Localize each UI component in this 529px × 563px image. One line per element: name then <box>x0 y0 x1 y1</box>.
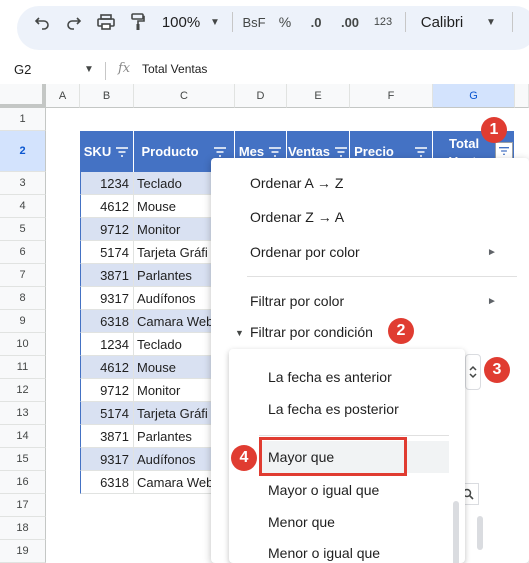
condition-less-than[interactable]: Menor que <box>268 514 335 530</box>
condition-greater-equal[interactable]: Mayor o igual que <box>268 482 379 498</box>
menu-scrollbar[interactable] <box>477 516 483 550</box>
column-header-h[interactable] <box>515 84 529 108</box>
column-header-e[interactable]: E <box>287 84 350 108</box>
menu-item-filter-color[interactable]: Filtrar por color <box>250 293 344 309</box>
row-header[interactable]: 11 <box>0 356 46 379</box>
condition-select-stepper[interactable] <box>465 354 481 390</box>
table-cell-sku[interactable]: 4612 <box>80 195 134 218</box>
table-cell-sku[interactable]: 3871 <box>80 264 134 287</box>
undo-icon[interactable] <box>30 0 54 44</box>
header-label: Ventas <box>288 144 330 159</box>
table-cell-sku[interactable]: 9712 <box>80 218 134 241</box>
toolbar-divider <box>405 12 406 32</box>
select-all-corner[interactable] <box>0 84 46 108</box>
callout-badge: 1 <box>481 117 507 143</box>
condition-date-before[interactable]: La fecha es anterior <box>268 369 392 385</box>
name-box-dropdown-icon[interactable]: ▼ <box>84 64 94 75</box>
menu-item-filter-condition[interactable]: Filtrar por condición <box>250 324 373 340</box>
table-cell-sku[interactable]: 1234 <box>80 333 134 356</box>
row-header[interactable]: 6 <box>0 241 46 264</box>
fx-icon: fx <box>118 61 131 76</box>
submenu-arrow-icon: ► <box>487 296 497 307</box>
list-scrollbar[interactable] <box>453 501 459 563</box>
table-cell-sku[interactable]: 6318 <box>80 310 134 333</box>
row-header[interactable]: 17 <box>0 494 46 517</box>
table-cell-sku[interactable]: 1234 <box>80 172 134 195</box>
row-header[interactable]: 4 <box>0 195 46 218</box>
filter-icon[interactable] <box>334 146 348 158</box>
header-sku[interactable]: SKU <box>80 131 134 172</box>
row-header[interactable]: 12 <box>0 379 46 402</box>
row-header[interactable]: 8 <box>0 287 46 310</box>
row-header[interactable]: 16 <box>0 471 46 494</box>
header-label: Producto <box>141 144 199 159</box>
collapse-arrow-icon[interactable]: ▼ <box>235 328 244 338</box>
row-header[interactable]: 13 <box>0 402 46 425</box>
row-header[interactable]: 5 <box>0 218 46 241</box>
font-select[interactable]: Calibri <box>418 0 466 44</box>
table-cell-sku[interactable]: 9712 <box>80 379 134 402</box>
font-dropdown-icon[interactable]: ▼ <box>484 0 498 44</box>
header-label: Mes <box>238 144 265 159</box>
increase-decimals-button[interactable]: .00 <box>336 0 364 44</box>
toolbar-divider <box>512 12 513 32</box>
zoom-dropdown-icon[interactable]: ▼ <box>208 0 222 44</box>
condition-date-after[interactable]: La fecha es posterior <box>268 401 399 417</box>
header-label: Total <box>449 135 480 151</box>
column-header-a[interactable]: A <box>46 84 80 108</box>
row-header[interactable]: 7 <box>0 264 46 287</box>
name-box[interactable]: G2 <box>14 62 31 77</box>
table-cell-sku[interactable]: 5174 <box>80 241 134 264</box>
paint-format-icon[interactable] <box>126 0 150 44</box>
table-cell-sku[interactable]: 5174 <box>80 402 134 425</box>
column-header-d[interactable]: D <box>235 84 287 108</box>
formula-bar: G2 ▼ fx Total Ventas <box>0 56 529 84</box>
percent-format-button[interactable]: % <box>276 0 294 44</box>
callout-badge: 2 <box>388 318 414 344</box>
row-header[interactable]: 9 <box>0 310 46 333</box>
row-header[interactable]: 1 <box>0 108 46 131</box>
callout-badge: 3 <box>484 357 510 383</box>
table-cell-sku[interactable]: 6318 <box>80 471 134 494</box>
table-cell-sku[interactable]: 3871 <box>80 425 134 448</box>
highlight-box <box>259 437 407 476</box>
formula-divider <box>105 62 106 80</box>
print-icon[interactable] <box>94 0 118 44</box>
filter-icon[interactable] <box>115 146 129 158</box>
menu-item-sort-color[interactable]: Ordenar por color <box>250 244 360 260</box>
column-header-c[interactable]: C <box>134 84 235 108</box>
row-header[interactable]: 15 <box>0 448 46 471</box>
formula-input[interactable]: Total Ventas <box>142 62 207 76</box>
menu-item-sort-za[interactable]: Ordenar Z → A <box>250 209 344 225</box>
header-label: SKU <box>83 144 112 159</box>
row-header[interactable]: 14 <box>0 425 46 448</box>
decrease-decimals-button[interactable]: .0 <box>305 0 327 44</box>
column-header-b[interactable]: B <box>80 84 134 108</box>
redo-icon[interactable] <box>62 0 86 44</box>
submenu-arrow-icon: ► <box>487 247 497 258</box>
number-format-button[interactable]: 123 <box>370 0 396 44</box>
table-cell-sku[interactable]: 9317 <box>80 287 134 310</box>
table-cell-sku[interactable]: 4612 <box>80 356 134 379</box>
table-cell-sku[interactable]: 9317 <box>80 448 134 471</box>
filter-icon[interactable] <box>213 146 227 158</box>
row-header[interactable]: 19 <box>0 540 46 563</box>
menu-divider <box>247 276 517 277</box>
zoom-select[interactable]: 100% <box>160 0 202 44</box>
row-header[interactable]: 3 <box>0 172 46 195</box>
row-header[interactable]: 2 <box>0 131 46 172</box>
toolbar-divider <box>232 12 233 32</box>
list-divider <box>259 435 449 436</box>
menu-item-sort-az[interactable]: Ordenar A → Z <box>250 175 343 191</box>
filter-icon[interactable] <box>414 146 428 158</box>
header-label: Precio <box>354 144 394 159</box>
callout-badge: 4 <box>231 445 257 471</box>
currency-format-button[interactable]: BsF <box>240 0 268 44</box>
condition-less-equal[interactable]: Menor o igual que <box>268 545 380 561</box>
row-header[interactable]: 18 <box>0 517 46 540</box>
column-header-f[interactable]: F <box>350 84 433 108</box>
filter-icon[interactable] <box>268 146 282 158</box>
row-header[interactable]: 10 <box>0 333 46 356</box>
column-header-g[interactable]: G <box>433 84 515 108</box>
